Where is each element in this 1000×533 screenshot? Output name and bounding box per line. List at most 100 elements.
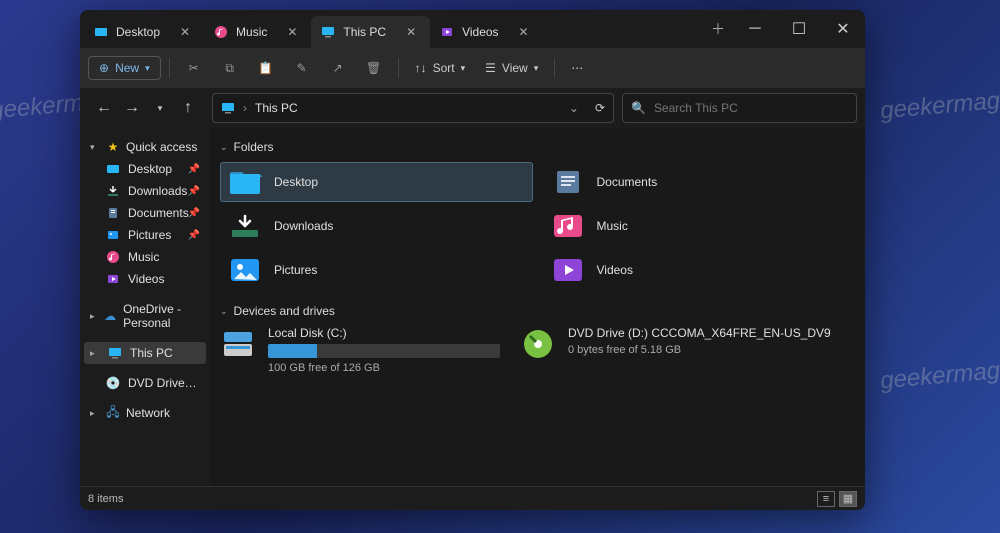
tab-desktop[interactable]: Desktop ✕ — [84, 16, 204, 48]
sidebar-item-label: Videos — [128, 272, 164, 286]
sidebar-item-label: Desktop — [128, 162, 172, 176]
sidebar-onedrive[interactable]: ▸ ☁ OneDrive - Personal — [84, 298, 206, 334]
up-button[interactable]: ↑ — [176, 96, 200, 120]
new-tab-button[interactable]: ＋ — [703, 10, 733, 48]
new-button[interactable]: ⊕ New ▾ — [88, 56, 161, 80]
navbar: ← → ▾ ↑ › This PC ⌄ ⟳ 🔍 — [80, 88, 865, 128]
sidebar-item-downloads[interactable]: Downloads 📌 — [84, 180, 206, 202]
sidebar-network[interactable]: ▸ 🖧 Network — [84, 402, 206, 424]
back-button[interactable]: ← — [92, 96, 116, 120]
music-icon — [214, 25, 228, 39]
sidebar-item-documents[interactable]: Documents 📌 — [84, 202, 206, 224]
folder-documents[interactable]: Documents — [543, 162, 856, 202]
chevron-right-icon: ▸ — [90, 408, 100, 419]
close-tab-button[interactable]: ✕ — [519, 25, 533, 39]
drives-section-header[interactable]: ⌄ Devices and drives — [220, 300, 855, 326]
search-input[interactable] — [654, 101, 848, 115]
share-button[interactable]: ↗ — [322, 56, 354, 80]
close-tab-button[interactable]: ✕ — [406, 25, 420, 39]
tab-videos[interactable]: Videos ✕ — [430, 16, 542, 48]
drive-subtitle: 100 GB free of 126 GB — [268, 362, 500, 374]
more-button[interactable]: ⋯ — [563, 57, 591, 79]
sidebar-item-label: Pictures — [128, 228, 171, 242]
pictures-icon — [228, 256, 262, 284]
search-box[interactable]: 🔍 — [622, 93, 857, 123]
view-button[interactable]: ☰ View ▾ — [477, 57, 546, 79]
address-text: This PC — [255, 101, 298, 115]
drives-list: Local Disk (C:) 100 GB free of 126 GB DV… — [220, 326, 855, 374]
drive-item[interactable]: Local Disk (C:) 100 GB free of 126 GB — [220, 326, 500, 374]
explorer-window: Desktop ✕ Music ✕ This PC ✕ Videos ✕ ＋ ─… — [80, 10, 865, 510]
folder-label: Music — [597, 219, 628, 233]
chevron-down-icon: ▾ — [534, 63, 539, 74]
tab-label: This PC — [343, 25, 386, 39]
folder-music[interactable]: Music — [543, 206, 856, 246]
forward-button[interactable]: → — [120, 96, 144, 120]
toolbar: ⊕ New ▾ ✂ ⧉ 📋 ✎ ↗ 🗑 ↑↓ Sort ▾ ☰ View ▾ ⋯ — [80, 48, 865, 88]
thispc-icon — [221, 101, 235, 115]
folder-label: Documents — [597, 175, 658, 189]
chevron-down-icon[interactable]: ⌄ — [569, 101, 579, 115]
delete-button[interactable]: 🗑 — [358, 56, 390, 80]
pin-icon: 📌 — [188, 186, 200, 197]
sidebar-item-pictures[interactable]: Pictures 📌 — [84, 224, 206, 246]
folder-label: Downloads — [274, 219, 333, 233]
network-icon: 🖧 — [106, 406, 120, 420]
tab-this-pc[interactable]: This PC ✕ — [311, 16, 430, 48]
sidebar-dvd-drive[interactable]: 💿 DVD Drive (D:) CCCOMA_X64FRE_EN-US_DV9 — [84, 372, 206, 394]
close-tab-button[interactable]: ✕ — [287, 25, 301, 39]
clipboard-icon: 📋 — [258, 60, 274, 76]
tab-music[interactable]: Music ✕ — [204, 16, 311, 48]
view-icon: ☰ — [485, 61, 496, 75]
drive-subtitle: 0 bytes free of 5.18 GB — [568, 344, 831, 356]
desktop-icon — [94, 25, 108, 39]
tab-strip: Desktop ✕ Music ✕ This PC ✕ Videos ✕ — [80, 10, 703, 48]
search-icon: 🔍 — [631, 101, 646, 115]
minimize-button[interactable]: ─ — [733, 10, 777, 48]
pictures-icon — [106, 228, 120, 242]
folder-label: Videos — [597, 263, 633, 277]
cloud-icon: ☁ — [103, 309, 117, 323]
sidebar-item-music[interactable]: Music — [84, 246, 206, 268]
chevron-down-icon: ▾ — [90, 142, 100, 153]
desktop-icon — [106, 162, 120, 176]
refresh-button[interactable]: ⟳ — [595, 101, 605, 115]
view-switcher: ≡ ▦ — [817, 491, 857, 507]
recent-button[interactable]: ▾ — [148, 96, 172, 120]
sidebar-label: DVD Drive (D:) CCCOMA_X64FRE_EN-US_DV9 — [128, 376, 200, 390]
separator — [554, 58, 555, 78]
folder-videos[interactable]: Videos — [543, 250, 856, 290]
chevron-down-icon: ⌄ — [220, 306, 228, 317]
copy-button[interactable]: ⧉ — [214, 56, 246, 80]
sidebar-item-videos[interactable]: Videos — [84, 268, 206, 290]
folder-desktop[interactable]: Desktop — [220, 162, 533, 202]
star-icon: ★ — [106, 140, 120, 154]
folders-section-header[interactable]: ⌄ Folders — [220, 136, 855, 162]
address-bar[interactable]: › This PC ⌄ ⟳ — [212, 93, 614, 123]
rename-button[interactable]: ✎ — [286, 56, 318, 80]
close-button[interactable]: ✕ — [821, 10, 865, 48]
sidebar-quick-access[interactable]: ▾ ★ Quick access — [84, 136, 206, 158]
sidebar: ▾ ★ Quick access Desktop 📌 Downloads 📌 D… — [80, 128, 210, 486]
downloads-icon — [228, 212, 262, 240]
folder-downloads[interactable]: Downloads — [220, 206, 533, 246]
nav-arrows: ← → ▾ ↑ — [88, 96, 204, 120]
paste-button[interactable]: 📋 — [250, 56, 282, 80]
maximize-button[interactable]: ☐ — [777, 10, 821, 48]
tiles-view-button[interactable]: ▦ — [839, 491, 857, 507]
sort-button[interactable]: ↑↓ Sort ▾ — [407, 57, 474, 79]
folder-label: Desktop — [274, 175, 318, 189]
body: ▾ ★ Quick access Desktop 📌 Downloads 📌 D… — [80, 128, 865, 486]
videos-icon — [440, 25, 454, 39]
close-tab-button[interactable]: ✕ — [180, 25, 194, 39]
folder-pictures[interactable]: Pictures — [220, 250, 533, 290]
sidebar-item-desktop[interactable]: Desktop 📌 — [84, 158, 206, 180]
documents-icon — [106, 206, 120, 220]
ellipsis-icon: ⋯ — [571, 61, 583, 75]
details-view-button[interactable]: ≡ — [817, 491, 835, 507]
desktop-icon — [228, 168, 262, 196]
drive-item[interactable]: DVD Drive (D:) CCCOMA_X64FRE_EN-US_DV9 0… — [520, 326, 800, 374]
sidebar-label: This PC — [130, 346, 173, 360]
cut-button[interactable]: ✂ — [178, 56, 210, 80]
sidebar-this-pc[interactable]: ▸ This PC — [84, 342, 206, 364]
